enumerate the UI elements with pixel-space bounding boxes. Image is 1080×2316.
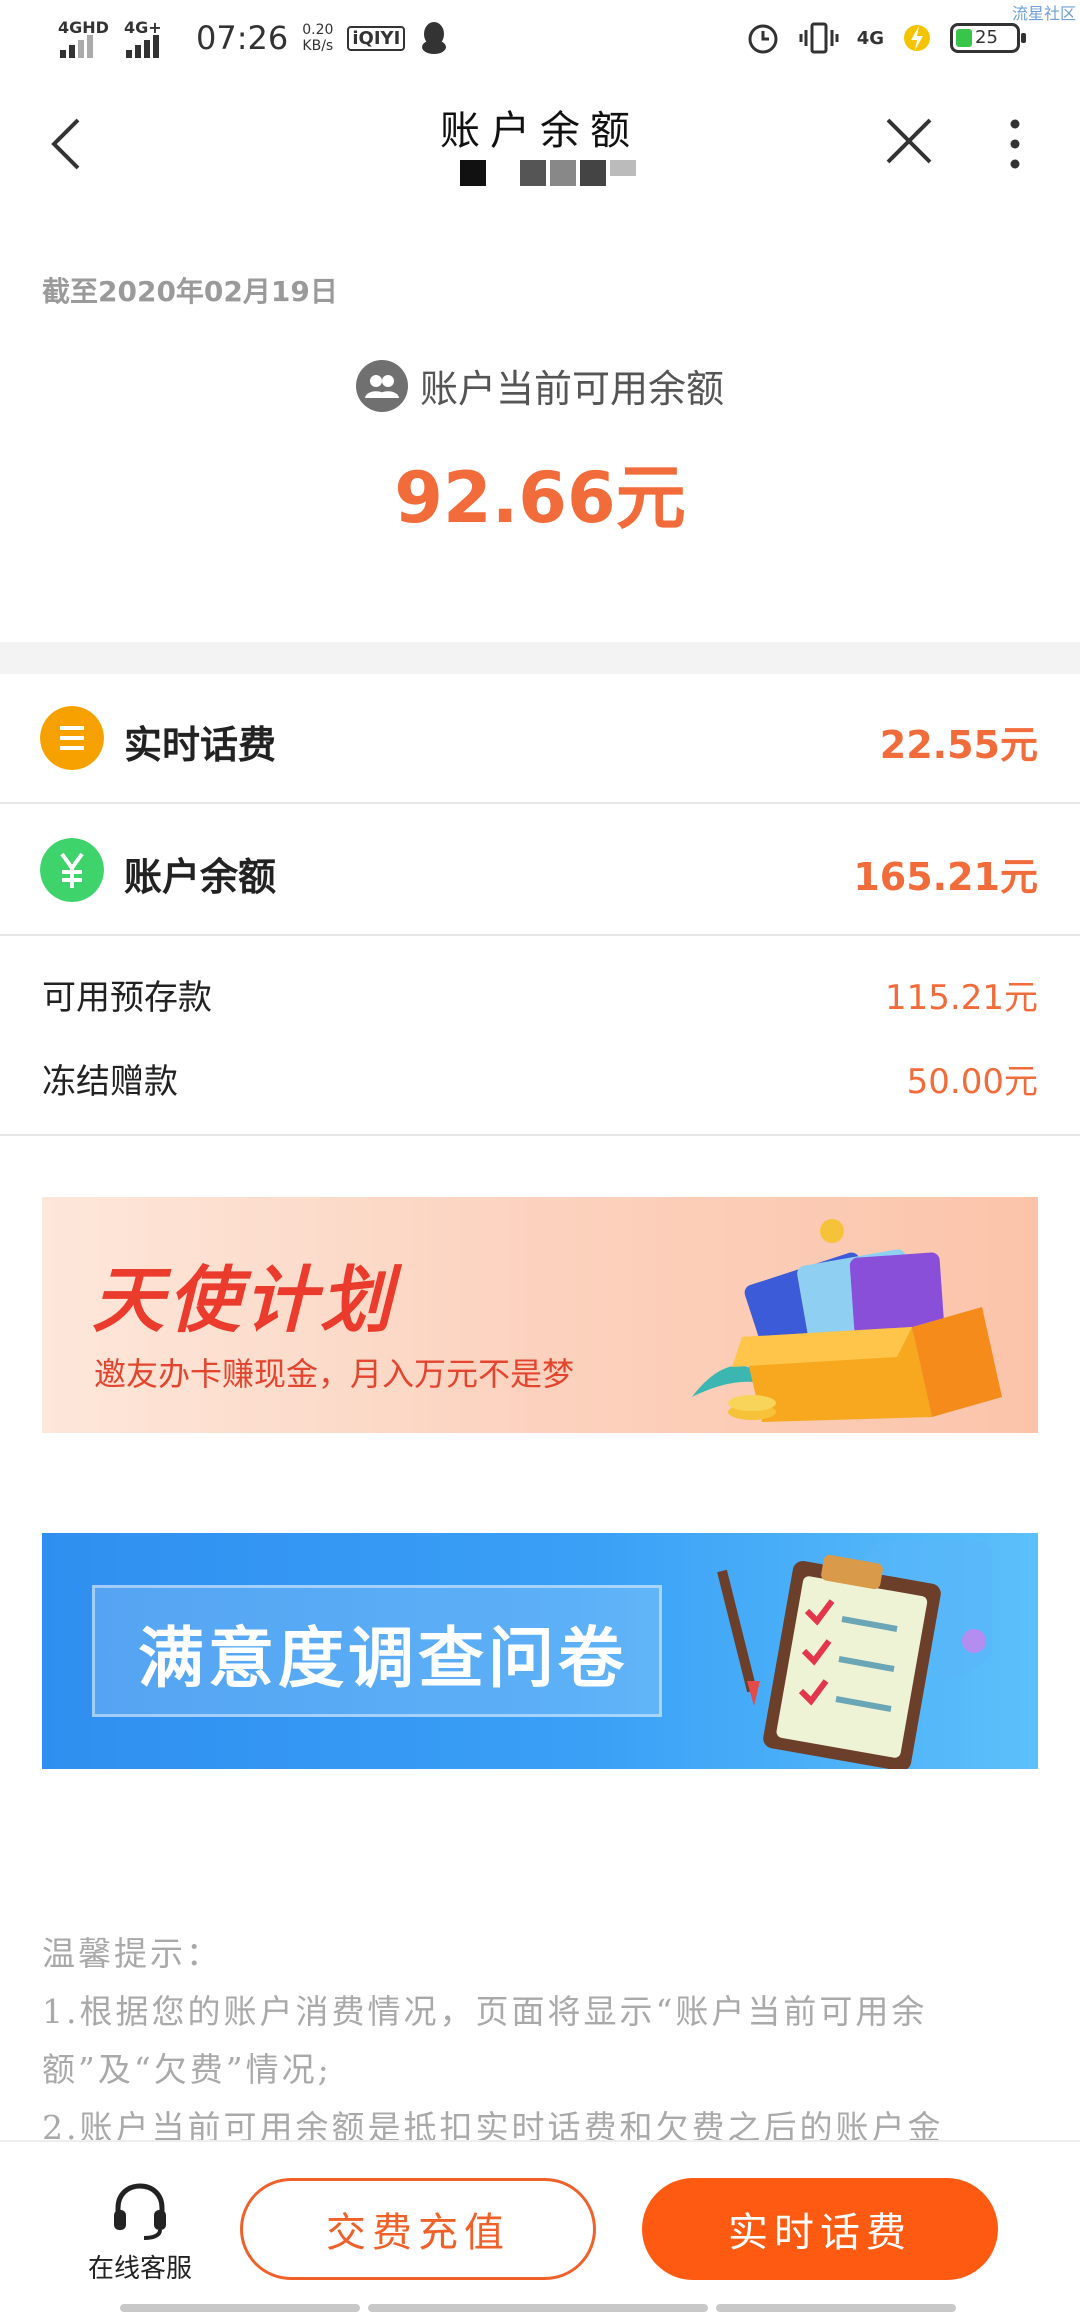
realtime-fee-value: 22.55元 — [879, 723, 1038, 767]
frozen-gift-value: 50.00元 — [906, 1062, 1038, 1102]
list-icon — [40, 706, 104, 770]
divider — [0, 1134, 1080, 1136]
angel-plan-banner[interactable]: 天使计划 邀友办卡赚现金，月入万元不是梦 — [42, 1197, 1038, 1433]
charging-icon — [904, 25, 930, 51]
tips-title: 温馨提示： — [42, 1934, 222, 1973]
available-balance-header: 账户当前可用余额 — [0, 358, 1080, 413]
bottom-action-bar: 在线客服 交费充值 实时话费 — [0, 2140, 1080, 2316]
clipboard-icon — [717, 1541, 992, 1769]
realtime-fee-button[interactable]: 实时话费 — [642, 2178, 998, 2280]
gift-box-cards-illustration — [692, 1219, 1002, 1422]
signal-icon-sim1: 4GHD — [58, 18, 110, 58]
angel-plan-title: 天使计划 — [92, 1258, 397, 1342]
prepaid-row: 可用预存款 115.21元 — [0, 948, 1080, 1032]
pay-recharge-button[interactable]: 交费充值 — [240, 2178, 596, 2280]
prepaid-label: 可用预存款 — [42, 978, 212, 1018]
battery-level: 25 — [975, 27, 998, 48]
angel-plan-subtitle: 邀友办卡赚现金，月入万元不是梦 — [94, 1355, 575, 1393]
customer-service-button[interactable]: 在线客服 — [70, 2178, 210, 2288]
account-balance-row[interactable]: 账户余额 165.21元 — [0, 806, 1080, 936]
frozen-gift-row: 冻结赠款 50.00元 — [0, 1032, 1080, 1116]
alarm-icon — [748, 24, 778, 54]
customer-service-label: 在线客服 — [87, 2254, 192, 2284]
account-balance-label: 账户余额 — [124, 855, 277, 899]
available-balance-amount: 92.66元 — [394, 457, 686, 539]
survey-banner[interactable]: 满意度调查问卷 — [42, 1533, 1038, 1769]
nav-bar: 账户余额 — [0, 80, 1080, 210]
realtime-fee-row[interactable]: 实时话费 22.55元 — [0, 674, 1080, 804]
warm-tips: 温馨提示： 1.根据您的账户消费情况，页面将显示“账户当前可用余额”及“欠费”情… — [42, 1925, 1042, 2157]
home-indicator — [120, 2304, 956, 2312]
headset-icon — [114, 2183, 166, 2240]
status-bar: 4GHD 4G+ 07:26 0.20 KB/s iQIYI 4G 25 流星社… — [0, 0, 1080, 80]
survey-title: 满意度调查问卷 — [138, 1620, 628, 1697]
network-speed: 0.20 KB/s — [302, 22, 333, 54]
vibrate-icon — [799, 22, 839, 54]
qq-penguin-icon — [422, 22, 447, 54]
as-of-date: 截至2020年02月19日 — [42, 275, 338, 308]
more-icon[interactable] — [1000, 114, 1030, 174]
tips-line-1: 1.根据您的账户消费情况，页面将显示“账户当前可用余额”及“欠费”情况; — [42, 1992, 928, 2089]
frozen-gift-label: 冻结赠款 — [42, 1062, 178, 1102]
clock: 07:26 — [196, 19, 289, 57]
iqiyi-icon: iQIYI — [347, 25, 406, 51]
masked-phone-number — [460, 160, 636, 186]
users-icon — [355, 359, 408, 412]
account-balance-value: 165.21元 — [853, 855, 1038, 899]
section-separator — [0, 642, 1080, 674]
signal-icon-sim2: 4G+ — [124, 18, 176, 58]
battery-icon: 25 — [950, 23, 1026, 53]
speed-value: 0.20 — [302, 22, 334, 38]
status-right: 4G 25 — [745, 20, 1026, 56]
network-4g-icon: 4G — [856, 27, 884, 49]
status-left: 4GHD 4G+ 07:26 0.20 KB/s iQIYI — [58, 18, 449, 58]
available-balance-label: 账户当前可用余额 — [419, 367, 724, 411]
realtime-fee-label: 实时话费 — [124, 723, 277, 767]
close-icon[interactable] — [884, 116, 934, 166]
watermark: 流星社区 — [1011, 4, 1076, 23]
speed-unit: KB/s — [302, 38, 334, 54]
yuan-icon — [40, 838, 104, 902]
prepaid-value: 115.21元 — [885, 978, 1038, 1018]
